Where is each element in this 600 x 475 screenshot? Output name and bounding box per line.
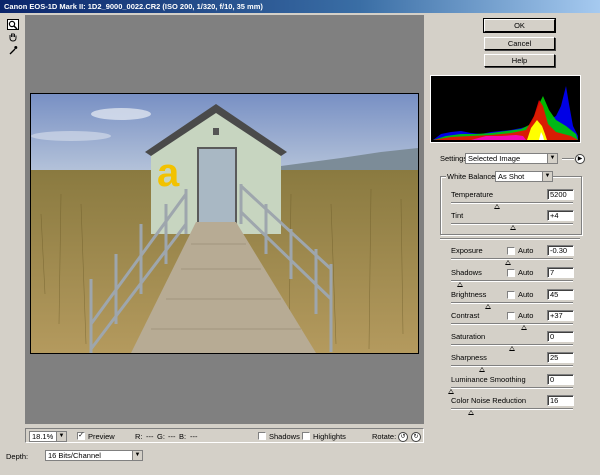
exposure-label: Exposure <box>451 246 483 255</box>
contrast-slider-thumb[interactable] <box>521 325 528 330</box>
contrast-auto-label: Auto <box>518 311 534 320</box>
depth-label: Depth: <box>6 452 29 461</box>
zoom-icon[interactable] <box>7 19 19 30</box>
saturation-field[interactable]: 0 <box>547 331 574 342</box>
tint-field[interactable]: +4 <box>547 210 574 221</box>
divider <box>562 158 574 160</box>
section-divider <box>440 238 580 240</box>
sharpness-slider-thumb[interactable] <box>478 367 485 372</box>
rotate-right-icon[interactable]: ↻ <box>411 432 421 442</box>
contrast-label: Contrast <box>451 311 480 320</box>
zoom-select[interactable]: 18.1% ▼ <box>29 431 67 442</box>
sharpness-slider[interactable] <box>451 365 573 367</box>
hand-icon[interactable] <box>7 32 19 43</box>
temperature-slider-thumb[interactable] <box>494 204 501 209</box>
sharpness-field[interactable]: 25 <box>547 352 574 363</box>
settings-select[interactable]: Selected Image ▼ <box>465 153 558 164</box>
tint-slider-thumb[interactable] <box>510 225 517 230</box>
depth-select[interactable]: 16 Bits/Channel ▼ <box>45 450 143 461</box>
color-noise-reduction-slider-thumb[interactable] <box>467 410 474 415</box>
ok-button[interactable]: OK <box>483 18 556 33</box>
b-value: --- <box>190 432 198 441</box>
contrast-auto-checkbox[interactable] <box>507 312 515 320</box>
exposure-auto-checkbox[interactable] <box>507 247 515 255</box>
histogram <box>430 75 581 143</box>
settings-menu-icon[interactable]: ▶ <box>575 154 585 164</box>
brightness-auto-label: Auto <box>518 290 534 299</box>
shadows-clipping-checkbox[interactable] <box>258 432 266 440</box>
white-balance-label: White Balance: <box>446 172 499 181</box>
temperature-slider[interactable] <box>451 202 573 204</box>
g-value: --- <box>168 432 176 441</box>
sharpness-label: Sharpness <box>451 353 487 362</box>
r-value: --- <box>146 432 154 441</box>
chevron-down-icon: ▼ <box>547 154 557 163</box>
exposure-auto-label: Auto <box>518 246 534 255</box>
brightness-slider[interactable] <box>451 302 573 304</box>
b-label: B: <box>179 432 187 441</box>
brightness-auto-checkbox[interactable] <box>507 291 515 299</box>
temperature-label: Temperature <box>451 190 494 199</box>
preview-checkbox[interactable]: ✓ <box>77 432 85 440</box>
brightness-label: Brightness <box>451 290 487 299</box>
shadows-label: Shadows <box>451 268 482 277</box>
shadows-slider[interactable] <box>451 280 573 282</box>
cancel-button[interactable]: Cancel <box>484 37 555 50</box>
shadows-field[interactable]: 7 <box>547 267 574 278</box>
rotate-label: Rotate: <box>372 432 397 441</box>
highlights-clipping-checkbox[interactable] <box>302 432 310 440</box>
preview-label: Preview <box>88 432 115 441</box>
exposure-field[interactable]: -0.30 <box>547 245 574 256</box>
chevron-down-icon: ▼ <box>542 172 552 181</box>
color-noise-reduction-label: Color Noise Reduction <box>451 396 527 405</box>
rotate-left-icon[interactable]: ↺ <box>398 432 408 442</box>
depth-value: 16 Bits/Channel <box>48 451 101 460</box>
exposure-slider[interactable] <box>451 258 573 260</box>
luminance-smoothing-slider-thumb[interactable] <box>448 389 454 394</box>
help-button[interactable]: Help <box>484 54 555 67</box>
shadows-clipping-label: Shadows <box>269 432 300 441</box>
window-title: Canon EOS-1D Mark II: 1D2_9000_0022.CR2 … <box>0 0 600 13</box>
g-label: G: <box>157 432 165 441</box>
saturation-label: Saturation <box>451 332 486 341</box>
r-label: R: <box>135 432 143 441</box>
overlay-letter: a <box>157 151 180 195</box>
temperature-field[interactable]: 5200 <box>547 189 574 200</box>
color-noise-reduction-field[interactable]: 16 <box>547 395 574 406</box>
tint-label: Tint <box>451 211 464 220</box>
chevron-down-icon: ▼ <box>56 432 66 441</box>
settings-value: Selected Image <box>468 154 521 163</box>
white-balance-select[interactable]: As Shot ▼ <box>495 171 553 182</box>
eyedropper-icon[interactable] <box>7 45 19 56</box>
shadows-auto-checkbox[interactable] <box>507 269 515 277</box>
saturation-slider-thumb[interactable] <box>509 346 515 351</box>
contrast-slider[interactable] <box>451 323 573 325</box>
brightness-field[interactable]: 45 <box>547 289 574 300</box>
zoom-value: 18.1% <box>32 432 54 441</box>
preview-image[interactable]: a <box>30 93 419 354</box>
brightness-slider-thumb[interactable] <box>484 304 491 309</box>
luminance-smoothing-label: Luminance Smoothing <box>451 375 526 384</box>
luminance-smoothing-field[interactable]: 0 <box>547 374 574 385</box>
chevron-down-icon: ▼ <box>132 451 142 460</box>
white-balance-value: As Shot <box>498 172 525 181</box>
exposure-slider-thumb[interactable] <box>505 260 512 265</box>
shadows-slider-thumb[interactable] <box>456 282 463 287</box>
highlights-clipping-label: Highlights <box>313 432 346 441</box>
shadows-auto-label: Auto <box>518 268 534 277</box>
luminance-smoothing-slider[interactable] <box>451 387 573 389</box>
contrast-field[interactable]: +37 <box>547 310 574 321</box>
